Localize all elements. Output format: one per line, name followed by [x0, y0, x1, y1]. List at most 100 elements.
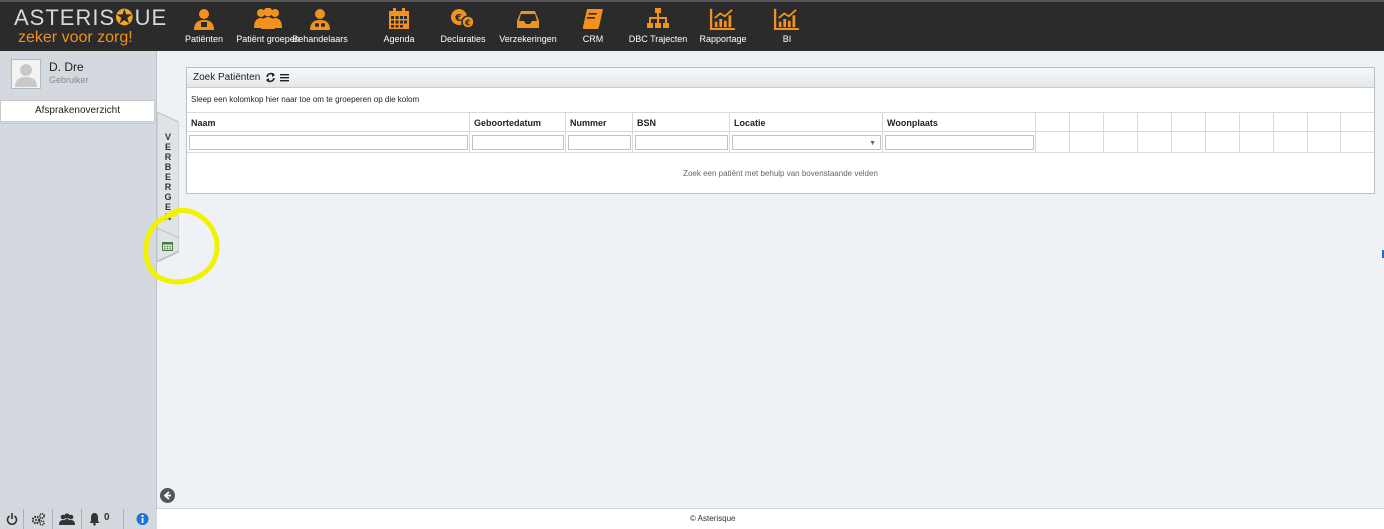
- hide-tab-letter: E: [164, 172, 171, 182]
- column-header-locatie[interactable]: Locatie: [730, 113, 883, 132]
- filter-cell: [1240, 132, 1274, 152]
- nav-label: DBC Trajecten: [628, 34, 688, 44]
- column-header-empty: [1240, 113, 1274, 132]
- filter-cell: ▼: [730, 132, 883, 152]
- gears-icon[interactable]: [31, 512, 46, 526]
- logo-wordmark: ASTERIS✪UE: [14, 5, 168, 30]
- column-header-empty: [1308, 113, 1341, 132]
- info-icon[interactable]: [136, 512, 149, 526]
- filter-cell: [1274, 132, 1308, 152]
- refresh-icon[interactable]: [265, 72, 276, 83]
- panel-header: Zoek Patiënten: [187, 68, 1374, 88]
- users-icon[interactable]: [59, 512, 75, 526]
- menu-icon[interactable]: [279, 72, 290, 83]
- collapse-sidebar-button[interactable]: [160, 488, 175, 503]
- hide-tab-letter: R: [164, 152, 172, 162]
- notification-count[interactable]: 0: [104, 512, 110, 526]
- filter-cell: [470, 132, 566, 152]
- calendar-icon: [389, 8, 409, 29]
- filter-naam-input[interactable]: [189, 135, 468, 150]
- nav-dbc-trajects[interactable]: DBC Trajecten: [627, 4, 689, 50]
- filter-woonplaats-input[interactable]: [885, 135, 1034, 150]
- nav-label: Verzekeringen: [499, 34, 557, 44]
- status-bar: 0 © Asterisque: [0, 508, 1384, 529]
- nav-label: Patiënten: [184, 34, 224, 44]
- column-header-nummer[interactable]: Nummer: [566, 113, 633, 132]
- column-header-woonplaats[interactable]: Woonplaats: [883, 113, 1036, 132]
- copyright: © Asterisque: [690, 514, 736, 523]
- user-role: Gebruiker: [49, 75, 89, 85]
- svg-text:€: €: [454, 13, 462, 24]
- column-header-empty: [1341, 113, 1374, 132]
- filter-row: ▼: [187, 132, 1374, 153]
- highlight-annotation: [143, 207, 220, 285]
- filter-bsn-input[interactable]: [635, 135, 728, 150]
- column-header-geboortedatum[interactable]: Geboortedatum: [470, 113, 566, 132]
- nav-label: CRM: [582, 34, 604, 44]
- power-icon[interactable]: [6, 512, 18, 526]
- column-header-empty: [1070, 113, 1104, 132]
- nav-insurances[interactable]: Verzekeringen: [496, 4, 560, 50]
- doctor-icon: [310, 9, 330, 30]
- filter-cell: [566, 132, 633, 152]
- divider: [81, 509, 82, 529]
- column-header-empty: [1274, 113, 1308, 132]
- filter-cell: [1036, 132, 1070, 152]
- nav-label: Rapportage: [699, 34, 747, 44]
- nav-agenda[interactable]: Agenda: [375, 4, 423, 50]
- divider: [23, 509, 24, 529]
- column-header-empty: [1138, 113, 1172, 132]
- euro-coins-icon: € €: [451, 9, 475, 29]
- nav-practitioners[interactable]: Behandelaars: [290, 4, 350, 50]
- filter-cell: [1308, 132, 1341, 152]
- bell-icon[interactable]: [89, 512, 100, 526]
- app-logo[interactable]: ASTERIS✪UE zeker voor zorg!: [0, 2, 175, 53]
- column-header-empty: [1036, 113, 1070, 132]
- filter-cell: [883, 132, 1036, 152]
- nav-bi[interactable]: BI: [770, 4, 804, 50]
- hide-tab-letter: E: [164, 142, 171, 152]
- search-patients-panel: Zoek Patiënten Sleep een kolomkop hier n…: [186, 67, 1375, 194]
- filter-cell: [1070, 132, 1104, 152]
- filter-geboortedatum-input[interactable]: [472, 135, 564, 150]
- filter-cell: [1341, 132, 1374, 152]
- chart-icon: [773, 8, 799, 30]
- filter-cell: [1172, 132, 1206, 152]
- appointments-overview-button[interactable]: Afsprakenoverzicht: [0, 100, 155, 122]
- filter-cell: [1104, 132, 1138, 152]
- filter-nummer-input[interactable]: [568, 135, 631, 150]
- nav-label: BI: [782, 34, 792, 44]
- user-icon: [194, 9, 214, 30]
- sitemap-icon: [647, 8, 669, 28]
- right-edge: [1380, 51, 1384, 508]
- nav-crm[interactable]: CRM: [576, 4, 610, 50]
- nav-reporting[interactable]: Rapportage: [698, 4, 748, 50]
- filter-locatie-select[interactable]: ▼: [732, 135, 881, 150]
- hide-tab-letter: G: [164, 192, 172, 202]
- users-icon: [254, 8, 282, 29]
- svg-text:€: €: [464, 19, 471, 28]
- divider: [0, 123, 155, 124]
- status-bar-tools: 0: [0, 509, 157, 529]
- nav-patients[interactable]: Patiënten: [180, 4, 228, 50]
- nav-declarations[interactable]: € € Declaraties: [437, 4, 489, 50]
- column-header-empty: [1172, 113, 1206, 132]
- avatar: [11, 59, 41, 89]
- column-header-bsn[interactable]: BSN: [633, 113, 730, 132]
- hide-tab-letter: V: [164, 132, 171, 142]
- nav-label: Agenda: [383, 34, 415, 44]
- hide-tab-letter: R: [164, 182, 172, 192]
- arrow-left-icon: [163, 491, 171, 500]
- user-card[interactable]: D. Dre Gebruiker: [9, 59, 149, 91]
- column-header-naam[interactable]: Naam: [187, 113, 470, 132]
- book-icon: [583, 9, 603, 29]
- empty-grid-message: Zoek een patiënt met behulp van bovensta…: [683, 169, 878, 178]
- filter-cell: [1206, 132, 1240, 152]
- sidebar: D. Dre Gebruiker Afsprakenoverzicht: [0, 51, 157, 529]
- hide-tab-letter: B: [164, 162, 172, 172]
- user-name: D. Dre: [49, 60, 84, 74]
- filter-cell: [187, 132, 470, 152]
- divider: [52, 509, 53, 529]
- group-by-drop-zone[interactable]: Sleep een kolomkop hier naar toe om te g…: [191, 95, 419, 104]
- top-navigation-bar: ASTERIS✪UE zeker voor zorg! Patiënten Pa…: [0, 0, 1384, 51]
